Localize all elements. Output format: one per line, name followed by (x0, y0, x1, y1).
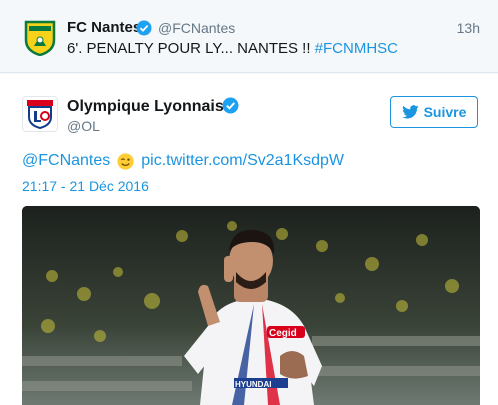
main-tweet: Olympique Lyonnais @OL Suivre @FCNantes … (0, 74, 498, 405)
display-name[interactable]: Olympique Lyonnais (67, 98, 224, 116)
shirt-sponsor-bottom-text: HYUNDAI (235, 380, 271, 389)
fc-nantes-crest-icon[interactable] (23, 18, 57, 56)
follow-label: Suivre (423, 104, 467, 120)
quoted-timestamp[interactable]: 13h (457, 20, 480, 36)
verified-badge-icon (222, 97, 239, 114)
player-celebration-photo-icon: Cegid HYUNDAI (22, 206, 480, 405)
olympique-lyonnais-avatar[interactable] (22, 96, 58, 132)
photo-link[interactable]: pic.twitter.com/Sv2a1KsdpW (141, 152, 344, 170)
twitter-bird-icon (401, 105, 419, 119)
handle[interactable]: @OL (67, 118, 100, 134)
follow-button[interactable]: Suivre (390, 96, 478, 128)
quoted-handle[interactable]: @FCNantes (158, 20, 235, 36)
quoted-tweet[interactable]: FC Nantes @FCNantes 13h 6'. PENALTY POUR… (0, 0, 498, 73)
verified-badge-icon (136, 20, 152, 36)
shirt-sponsor-text: Cegid (269, 328, 297, 339)
hashtag-link[interactable]: #FCNMHSC (315, 40, 398, 57)
winking-face-emoji-icon (117, 152, 134, 170)
tweet-text: @FCNantes pic.twitter.com/Sv2a1KsdpW (22, 152, 344, 170)
mention-link[interactable]: @FCNantes (22, 152, 110, 170)
quoted-text-body: 6'. PENALTY POUR LY... NANTES !! (67, 40, 315, 57)
tweet-photo[interactable]: Cegid HYUNDAI (22, 206, 480, 405)
tweet-date[interactable]: 21:17 - 21 Déc 2016 (22, 178, 149, 194)
quoted-display-name[interactable]: FC Nantes (67, 19, 141, 36)
quoted-tweet-text: 6'. PENALTY POUR LY... NANTES !! #FCNMHS… (67, 40, 398, 57)
olympique-lyonnais-crest-icon (27, 100, 53, 130)
